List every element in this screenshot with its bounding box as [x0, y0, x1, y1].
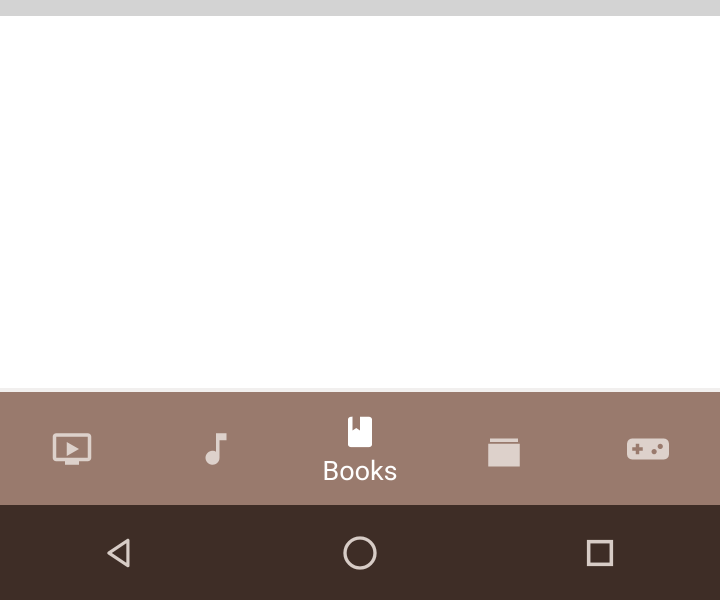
nav-item-newsstand[interactable]: Newsstand	[444, 428, 564, 470]
bookmark-icon	[342, 412, 378, 452]
nav-item-books[interactable]: Books	[300, 412, 420, 485]
top-ripped-edge	[0, 0, 720, 16]
screen: Movies & TV Music Books Newsstand Games	[0, 0, 720, 600]
system-home-button[interactable]	[260, 533, 460, 573]
system-nav-bar	[0, 505, 720, 600]
system-back-button[interactable]	[20, 534, 220, 572]
nav-item-movies[interactable]: Movies & TV	[12, 428, 132, 470]
system-recents-button[interactable]	[500, 536, 700, 570]
nav-item-label: Books	[322, 458, 397, 485]
music-icon	[195, 428, 237, 470]
play-on-tv-icon	[51, 428, 93, 470]
recents-square-icon	[583, 536, 617, 570]
newsstand-icon	[483, 428, 525, 470]
bottom-nav: Movies & TV Music Books Newsstand Games	[0, 392, 720, 505]
back-triangle-icon	[101, 534, 139, 572]
content-area	[0, 16, 720, 388]
nav-item-games[interactable]: Games	[588, 428, 708, 470]
gamepad-icon	[627, 428, 669, 470]
home-circle-icon	[340, 533, 380, 573]
nav-item-music[interactable]: Music	[156, 428, 276, 470]
